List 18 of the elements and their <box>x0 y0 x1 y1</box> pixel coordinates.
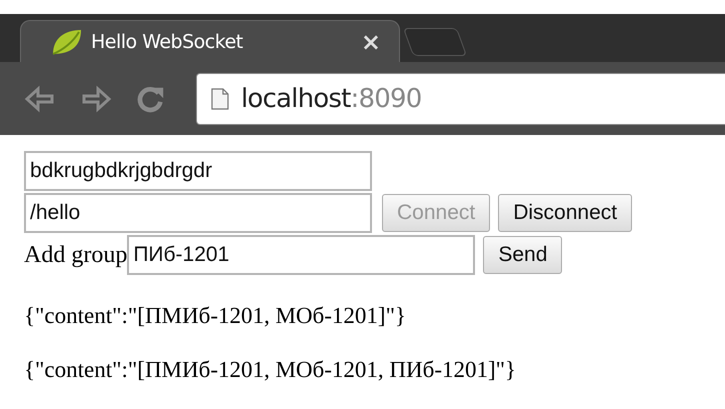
send-button[interactable]: Send <box>483 236 562 274</box>
name-field[interactable]: bdkrugbdkrjgbdrgdr <box>24 151 372 191</box>
address-bar[interactable]: localhost:8090 <box>196 72 725 124</box>
close-icon[interactable]: × <box>360 28 381 56</box>
endpoint-field[interactable]: /hello <box>24 193 372 233</box>
forward-icon[interactable] <box>80 84 112 112</box>
message-text: {"content":"[ПМИб-1201, МОб-1201, ПИб-1201]"} <box>24 357 518 383</box>
group-label: Add group <box>24 242 128 268</box>
message-text: {"content":"[ПМИб-1201, МОб-1201]"} <box>24 303 407 329</box>
tab-title: Hello WebSocket <box>91 30 244 52</box>
back-icon[interactable] <box>24 84 56 112</box>
group-field[interactable]: ПИб-1201 <box>127 235 476 275</box>
new-tab-button[interactable] <box>402 28 468 56</box>
leaf-icon <box>51 28 83 56</box>
disconnect-button[interactable]: Disconnect <box>498 194 632 232</box>
url-text: localhost:8090 <box>241 84 422 114</box>
browser-tab[interactable]: Hello WebSocket × <box>20 20 400 62</box>
page-icon <box>211 88 229 110</box>
